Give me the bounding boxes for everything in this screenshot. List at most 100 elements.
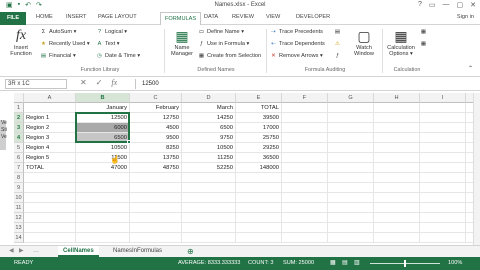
cell-d3[interactable]: 6500 xyxy=(182,123,236,133)
cell-e11[interactable] xyxy=(236,203,282,213)
row-header-1[interactable]: 1 xyxy=(14,103,24,113)
cell-a7[interactable]: TOTAL xyxy=(24,163,76,173)
cell-c14[interactable] xyxy=(130,233,182,243)
row-header-4[interactable]: 4 xyxy=(14,133,24,143)
cell-i11[interactable] xyxy=(420,203,466,213)
cell-e2[interactable]: 39500 xyxy=(236,113,282,123)
cell-e12[interactable] xyxy=(236,213,282,223)
cell-g4[interactable] xyxy=(328,133,374,143)
cell-h6[interactable] xyxy=(374,153,420,163)
row-header-10[interactable]: 10 xyxy=(14,193,24,203)
cell-c3[interactable]: 4500 xyxy=(130,123,182,133)
select-all-corner[interactable] xyxy=(14,93,24,103)
enter-icon[interactable]: ✓ xyxy=(96,78,103,87)
cell-a9[interactable] xyxy=(24,183,76,193)
cell-h4[interactable] xyxy=(374,133,420,143)
tab-developer[interactable]: DEVELOPER xyxy=(296,14,330,20)
row-header-13[interactable]: 13 xyxy=(14,223,24,233)
cell-c12[interactable] xyxy=(130,213,182,223)
cell-e6[interactable]: 36500 xyxy=(236,153,282,163)
zoom-slider-thumb[interactable] xyxy=(404,260,406,267)
cell-d14[interactable] xyxy=(182,233,236,243)
cell-e13[interactable] xyxy=(236,223,282,233)
cell-f6[interactable] xyxy=(282,153,328,163)
cell-e1[interactable]: TOTAL xyxy=(236,103,282,113)
row-header-12[interactable]: 12 xyxy=(14,213,24,223)
insert-function-button[interactable]: fx Insert Function xyxy=(6,28,36,57)
remove-arrows-button[interactable]: ✕ Remove Arrows ▾ xyxy=(270,53,323,59)
cell-g10[interactable] xyxy=(328,193,374,203)
page-break-view-icon[interactable]: ▥ xyxy=(354,259,360,266)
cell-d1[interactable]: March xyxy=(182,103,236,113)
cell-e10[interactable] xyxy=(236,193,282,203)
formula-input[interactable]: 12500 xyxy=(135,79,474,89)
cell-f7[interactable] xyxy=(282,163,328,173)
cell-b10[interactable] xyxy=(76,193,130,203)
cell-d12[interactable] xyxy=(182,213,236,223)
column-header-d[interactable]: D xyxy=(182,93,236,103)
cell-b5[interactable]: 10500 xyxy=(76,143,130,153)
cell-d4[interactable]: 9750 xyxy=(182,133,236,143)
cell-b11[interactable] xyxy=(76,203,130,213)
tab-data[interactable]: DATA xyxy=(204,14,218,20)
logical-button[interactable]: ? Logical ▾ xyxy=(96,29,127,35)
cell-h9[interactable] xyxy=(374,183,420,193)
cell-a6[interactable]: Region 5 xyxy=(24,153,76,163)
name-box[interactable]: 3R x 1C xyxy=(5,79,67,89)
column-header-g[interactable]: G xyxy=(328,93,374,103)
cell-e8[interactable] xyxy=(236,173,282,183)
row-header-2[interactable]: 2 xyxy=(14,113,24,123)
sheet-tab-namesinformulas[interactable]: NamesInFormulas xyxy=(108,246,167,257)
cell-b3[interactable]: 6000 xyxy=(76,123,130,133)
row-header-9[interactable]: 9 xyxy=(14,183,24,193)
cell-i1[interactable] xyxy=(420,103,466,113)
column-header-c[interactable]: C xyxy=(130,93,182,103)
cell-h14[interactable] xyxy=(374,233,420,243)
cell-e4[interactable]: 25750 xyxy=(236,133,282,143)
cell-h10[interactable] xyxy=(374,193,420,203)
page-layout-view-icon[interactable]: ▤ xyxy=(342,259,348,266)
cell-b9[interactable] xyxy=(76,183,130,193)
cell-g9[interactable] xyxy=(328,183,374,193)
cell-f13[interactable] xyxy=(282,223,328,233)
zoom-level[interactable]: 100% xyxy=(448,260,462,266)
cell-e3[interactable]: 17000 xyxy=(236,123,282,133)
cell-c2[interactable]: 12750 xyxy=(130,113,182,123)
cell-a14[interactable] xyxy=(24,233,76,243)
evaluate-formula-button[interactable]: ƒ xyxy=(334,53,343,59)
watch-window-button[interactable]: ▢ Watch Window xyxy=(350,28,378,57)
calculation-options-button[interactable]: ▦ Calculation Options ▾ xyxy=(384,28,418,57)
cell-h7[interactable] xyxy=(374,163,420,173)
cell-b12[interactable] xyxy=(76,213,130,223)
tab-insert[interactable]: INSERT xyxy=(66,14,86,20)
cell-a4[interactable]: Region 3 xyxy=(24,133,76,143)
cell-f2[interactable] xyxy=(282,113,328,123)
cell-f9[interactable] xyxy=(282,183,328,193)
row-header-5[interactable]: 5 xyxy=(14,143,24,153)
cell-g1[interactable] xyxy=(328,103,374,113)
cell-f14[interactable] xyxy=(282,233,328,243)
cell-c9[interactable] xyxy=(130,183,182,193)
next-sheet-icon[interactable]: ▶ xyxy=(14,246,29,257)
row-header-7[interactable]: 7 xyxy=(14,163,24,173)
cancel-icon[interactable]: ✕ xyxy=(80,78,87,87)
cell-g7[interactable] xyxy=(328,163,374,173)
cell-d8[interactable] xyxy=(182,173,236,183)
cell-h5[interactable] xyxy=(374,143,420,153)
calculate-sheet-button[interactable]: ▦ xyxy=(420,41,429,47)
cell-b6[interactable]: 11500 xyxy=(76,153,130,163)
cell-b2[interactable]: 12500 xyxy=(76,113,130,123)
cell-i9[interactable] xyxy=(420,183,466,193)
cell-d6[interactable]: 11250 xyxy=(182,153,236,163)
tab-formulas[interactable]: FORMULAS xyxy=(160,12,202,25)
help-icon[interactable]: ? xyxy=(418,1,422,9)
row-header-8[interactable]: 8 xyxy=(14,173,24,183)
cell-g2[interactable] xyxy=(328,113,374,123)
column-header-i[interactable]: I xyxy=(420,93,466,103)
cell-c13[interactable] xyxy=(130,223,182,233)
row-header-14[interactable]: 14 xyxy=(14,233,24,243)
cell-f5[interactable] xyxy=(282,143,328,153)
cell-e9[interactable] xyxy=(236,183,282,193)
cell-h3[interactable] xyxy=(374,123,420,133)
cell-d7[interactable]: 52250 xyxy=(182,163,236,173)
